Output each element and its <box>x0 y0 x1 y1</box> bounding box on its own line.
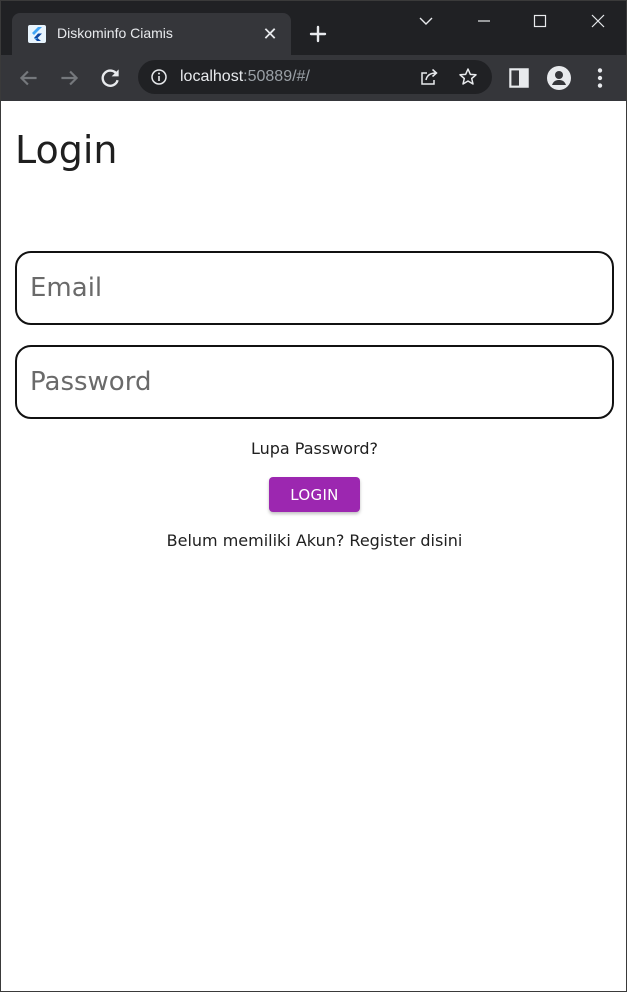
url-host: localhost <box>180 68 244 85</box>
close-window-icon[interactable] <box>586 9 610 33</box>
browser-toolbar: localhost:50889/#/ <box>1 55 626 101</box>
reload-icon[interactable] <box>97 65 123 91</box>
close-icon[interactable]: ✕ <box>259 23 281 45</box>
forgot-password-link[interactable]: Lupa Password? <box>2 439 626 458</box>
info-icon[interactable] <box>150 68 168 86</box>
minimize-icon[interactable] <box>472 9 496 33</box>
email-input[interactable] <box>30 253 600 322</box>
share-icon[interactable] <box>419 67 439 87</box>
email-field[interactable] <box>15 251 614 325</box>
url-path: :50889/#/ <box>243 68 310 85</box>
back-icon[interactable] <box>16 65 42 91</box>
url-text[interactable]: localhost:50889/#/ <box>180 68 310 86</box>
profile-icon[interactable] <box>546 65 572 91</box>
login-page: Login Lupa Password? LOGIN Belum memilik… <box>2 101 626 991</box>
forward-icon[interactable] <box>56 65 82 91</box>
flutter-icon <box>28 25 46 43</box>
page-title: Login <box>15 128 118 172</box>
plus-icon[interactable] <box>306 22 330 46</box>
address-bar[interactable]: localhost:50889/#/ <box>138 60 492 94</box>
maximize-icon[interactable] <box>528 9 552 33</box>
password-field[interactable] <box>15 345 614 419</box>
tab-title: Diskominfo Ciamis <box>57 25 173 41</box>
star-icon[interactable] <box>458 67 478 87</box>
side-panel-icon[interactable] <box>506 65 532 91</box>
browser-tab[interactable]: Diskominfo Ciamis ✕ <box>12 13 291 55</box>
chevron-down-icon[interactable] <box>414 9 438 33</box>
login-button[interactable]: LOGIN <box>269 477 360 512</box>
register-link[interactable]: Belum memiliki Akun? Register disini <box>2 531 626 550</box>
browser-window: Diskominfo Ciamis ✕ localhost:50889/#/ L… <box>0 0 627 992</box>
tab-strip: Diskominfo Ciamis ✕ <box>1 1 626 55</box>
menu-icon[interactable] <box>587 65 613 91</box>
password-input[interactable] <box>30 347 600 416</box>
